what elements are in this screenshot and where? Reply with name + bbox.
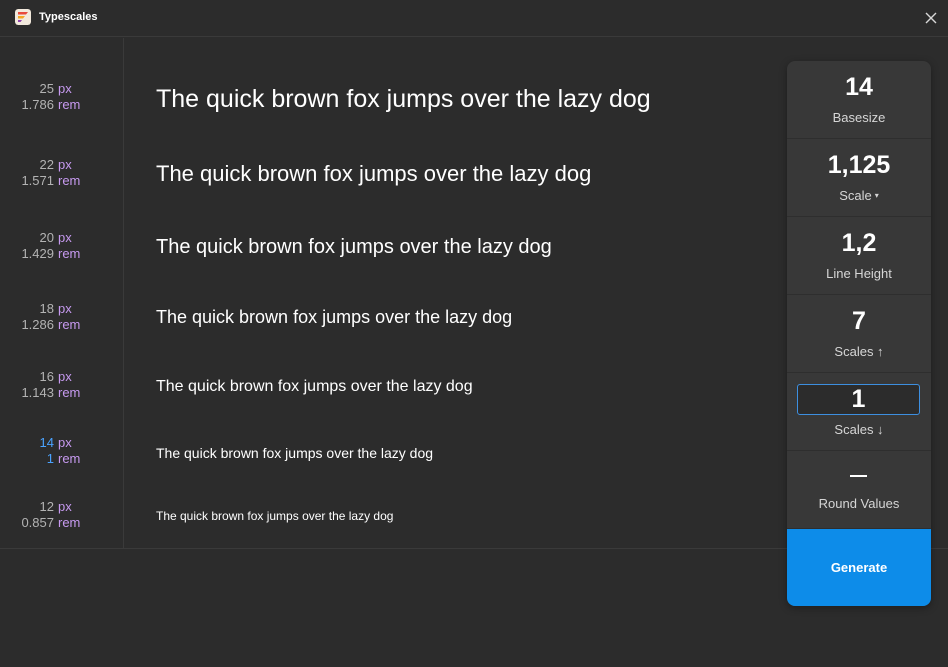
sample-text: The quick brown fox jumps over the lazy … <box>156 85 651 113</box>
typescales-logo-icon <box>15 9 31 25</box>
chevron-down-icon: ▾ <box>874 191 879 200</box>
scales-up-value[interactable]: 7 <box>787 307 931 335</box>
close-icon <box>925 12 937 24</box>
scales-down-control[interactable]: Scales ↓ <box>787 373 931 451</box>
scale-control[interactable]: 1,125 Scale ▾ <box>787 139 931 217</box>
close-button[interactable] <box>920 7 942 29</box>
sample-text: The quick brown fox jumps over the lazy … <box>156 307 513 327</box>
sample-text: The quick brown fox jumps over the lazy … <box>156 161 592 186</box>
px-value: 20 <box>39 230 54 245</box>
generate-button[interactable]: Generate <box>787 529 931 606</box>
rem-value: 1 <box>46 451 54 466</box>
size-entry: 16 px 1.143 rem <box>21 369 82 401</box>
scale-dropdown[interactable]: Scale ▾ <box>787 188 931 204</box>
px-value: 16 <box>39 369 54 384</box>
px-value: 12 <box>39 499 54 514</box>
scale-label: Scale <box>839 188 872 203</box>
rem-unit: rem <box>58 515 81 530</box>
rem-unit: rem <box>58 451 81 466</box>
line-height-value[interactable]: 1,2 <box>787 229 931 257</box>
basesize-value[interactable]: 14 <box>787 73 931 101</box>
px-value: 25 <box>39 81 54 96</box>
rem-value: 1.286 <box>21 317 54 332</box>
scales-down-label: Scales ↓ <box>834 422 884 437</box>
basesize-label: Basesize <box>832 110 886 125</box>
rem-unit: rem <box>58 97 81 112</box>
rem-value: 1.429 <box>21 246 54 261</box>
rem-unit: rem <box>58 173 81 188</box>
scales-up-control[interactable]: 7 Scales ↑ <box>787 295 931 373</box>
sample-text: The quick brown fox jumps over the lazy … <box>156 378 473 395</box>
px-value: 18 <box>39 301 54 316</box>
size-entry: 22 px 1.571 rem <box>21 157 82 189</box>
rem-value: 1.786 <box>21 97 54 112</box>
scale-value[interactable]: 1,125 <box>787 151 931 179</box>
rem-unit: rem <box>58 317 81 332</box>
sample-text: The quick brown fox jumps over the lazy … <box>156 236 552 258</box>
size-entry: 18 px 1.286 rem <box>21 301 82 333</box>
size-entry: 25 px 1.786 rem <box>21 81 82 113</box>
rem-value: 0.857 <box>21 515 54 530</box>
basesize-control[interactable]: 14 Basesize <box>787 61 931 139</box>
px-unit: px <box>58 435 72 450</box>
rem-value: 1.571 <box>21 173 54 188</box>
size-entry: 20 px 1.429 rem <box>21 230 82 262</box>
px-unit: px <box>58 369 72 384</box>
round-values-control[interactable]: Round Values <box>787 451 931 529</box>
app-title: Typescales <box>39 11 98 23</box>
size-entry-base: 14 px 1 rem <box>40 435 82 467</box>
px-unit: px <box>58 301 72 316</box>
round-values-label: Round Values <box>818 496 900 511</box>
px-unit: px <box>58 230 72 245</box>
line-height-label: Line Height <box>826 266 892 281</box>
line-height-control[interactable]: 1,2 Line Height <box>787 217 931 295</box>
px-unit: px <box>58 81 72 96</box>
px-value: 14 <box>39 435 54 450</box>
px-unit: px <box>58 499 72 514</box>
sample-text: The quick brown fox jumps over the lazy … <box>156 509 394 523</box>
title-bar: Typescales <box>0 0 948 37</box>
settings-panel: 14 Basesize 1,125 Scale ▾ 1,2 Line Height… <box>787 61 931 606</box>
scales-down-input[interactable] <box>797 384 920 415</box>
px-unit: px <box>58 157 72 172</box>
round-values-toggle[interactable] <box>850 475 867 477</box>
rem-value: 1.143 <box>21 385 54 400</box>
size-column: 25 px 1.786 rem 22 px 1.571 rem 20 px 1.429 re… <box>0 38 124 548</box>
rem-unit: rem <box>58 246 81 261</box>
sample-text: The quick brown fox jumps over the lazy … <box>156 445 434 461</box>
size-entry: 12 px 0.857 rem <box>21 499 82 531</box>
px-value: 22 <box>39 157 54 172</box>
scales-up-label: Scales ↑ <box>834 344 884 359</box>
rem-unit: rem <box>58 385 81 400</box>
